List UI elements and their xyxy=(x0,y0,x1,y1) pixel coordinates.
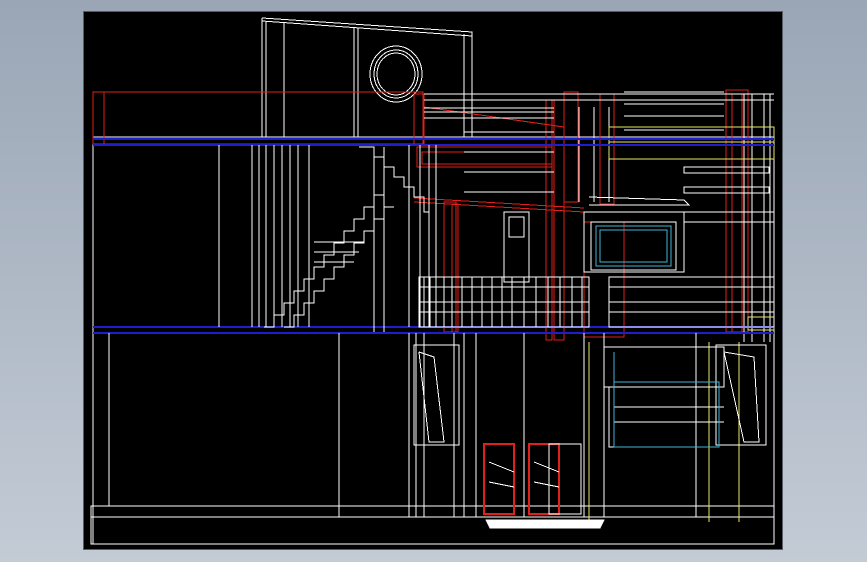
ground-floor xyxy=(108,333,767,517)
stair-tower xyxy=(261,17,473,137)
cad-viewport[interactable] xyxy=(83,11,783,550)
yellow-details xyxy=(588,126,775,522)
entrance-doors xyxy=(483,443,582,515)
entrance-step xyxy=(485,519,605,529)
building-elevation-drawing xyxy=(90,17,775,545)
upper-right-facade xyxy=(424,91,774,342)
staircase xyxy=(264,146,430,332)
outer-frame xyxy=(90,136,775,545)
large-window xyxy=(590,221,677,271)
ground-floor-glass xyxy=(613,352,720,448)
floor-slabs xyxy=(93,138,774,334)
upper-floor-mullions xyxy=(218,145,437,327)
balcony-railings xyxy=(418,276,775,328)
